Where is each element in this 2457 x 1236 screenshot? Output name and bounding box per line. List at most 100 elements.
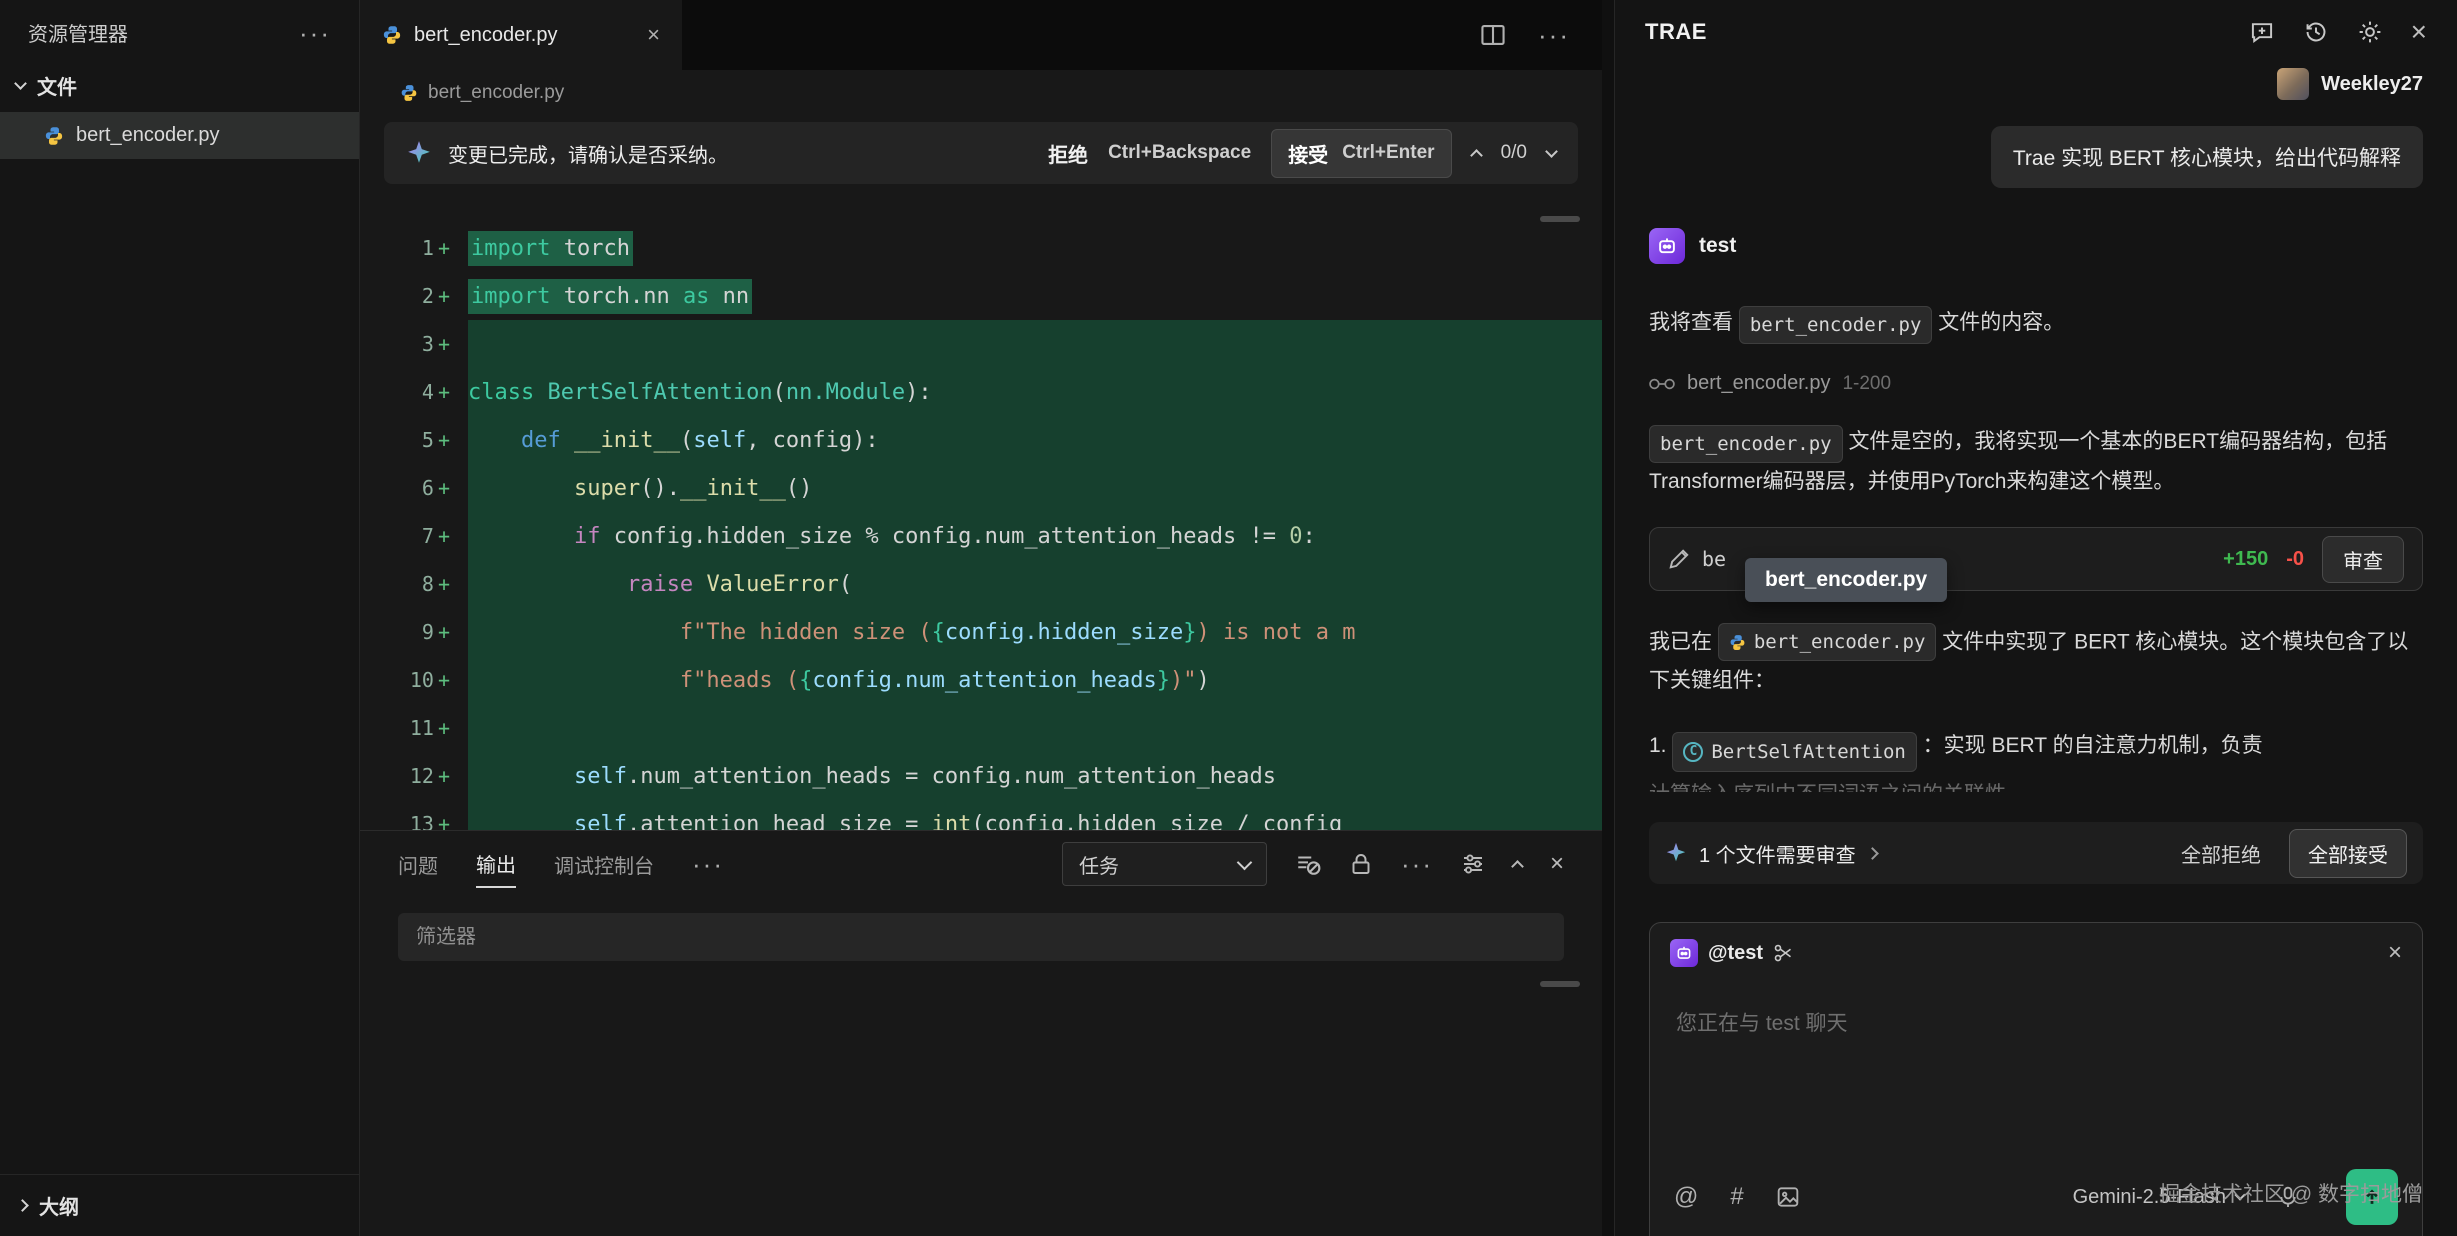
editor-scrollbar-track[interactable] [1602, 0, 1614, 1236]
reject-all-button[interactable]: 全部拒绝 [2181, 839, 2261, 868]
files-section-header[interactable]: 文件 [0, 59, 359, 112]
python-file-icon [44, 126, 64, 146]
trae-ide-window: 资源管理器 ··· 文件 bert_encoder.py 大纲 bert_enc… [0, 0, 2457, 1236]
gear-icon[interactable] [2357, 19, 2383, 45]
line-number-gutter: 8+ [360, 572, 468, 596]
file-read-reference[interactable]: bert_encoder.py 1-200 [1649, 372, 2423, 395]
editor-more-icon[interactable]: ··· [1538, 22, 1570, 48]
explorer-more-icon[interactable]: ··· [299, 20, 331, 46]
editor-tab-actions: ··· [1480, 0, 1602, 70]
code-line: 13+ self.attention_head_size = int(confi… [360, 800, 1602, 830]
code-line-text: def __init__(self, config): [468, 416, 1602, 464]
close-panel-icon[interactable]: × [2411, 18, 2427, 46]
code-line-text: class BertSelfAttention(nn.Module): [468, 368, 1602, 416]
context-hash-icon[interactable]: # [1730, 1183, 1743, 1211]
code-line-text: f"The hidden size ({config.hidden_size})… [468, 608, 1602, 656]
file-item-bert-encoder[interactable]: bert_encoder.py [0, 112, 359, 159]
panel-scrollbar-thumb[interactable] [1540, 981, 1580, 987]
message-text: 我将查看 [1649, 311, 1733, 334]
user-message-row: Trae 实现 BERT 核心模块，给出代码解释 [1649, 126, 2423, 188]
tab-output[interactable]: 输出 [476, 841, 516, 888]
tab-bert-encoder[interactable]: bert_encoder.py × [360, 0, 682, 70]
split-editor-icon[interactable] [1480, 22, 1506, 48]
code-line: 4+class BertSelfAttention(nn.Module): [360, 368, 1602, 416]
code-line-text [468, 320, 1602, 368]
inline-file-chip[interactable]: bert_encoder.py [1718, 623, 1937, 661]
file-item-label: bert_encoder.py [76, 124, 219, 147]
chat-input[interactable]: 您正在与 test 聊天 [1670, 1007, 2402, 1037]
editor-region: bert_encoder.py × ··· bert_encoder.py 变更… [360, 0, 1602, 830]
tab-close-icon[interactable]: × [647, 24, 660, 46]
reject-button[interactable]: 拒绝 [1048, 139, 1088, 168]
lock-scroll-icon[interactable] [1349, 852, 1373, 876]
code-line-text: f"heads ({config.num_attention_heads})") [468, 656, 1602, 704]
inline-code-chip: bert_encoder.py [1649, 425, 1843, 463]
list-index: 1. [1649, 734, 1667, 757]
editor-tabbar: bert_encoder.py × ··· [360, 0, 1602, 70]
filter-settings-icon[interactable] [1461, 852, 1485, 876]
clear-output-icon[interactable] [1295, 851, 1321, 877]
editor-scrollbar-thumb[interactable] [1540, 216, 1580, 222]
breadcrumb[interactable]: bert_encoder.py [360, 70, 1602, 116]
review-bar-label: 1 个文件需要审查 [1699, 839, 1856, 868]
component-list-item: 1. CBertSelfAttention ：实现 BERT 的自注意力机制，负… [1649, 727, 2423, 792]
agent-identity-row: test [1649, 228, 2423, 264]
remove-mention-icon[interactable]: × [2388, 941, 2402, 965]
tab-problems[interactable]: 问题 [398, 842, 438, 887]
maximize-panel-icon[interactable] [1511, 860, 1524, 873]
output-filter [398, 913, 1564, 961]
read-line-range: 1-200 [1842, 373, 1891, 395]
next-change-icon[interactable] [1545, 145, 1558, 158]
agent-mention-chip[interactable]: @test [1670, 939, 1793, 967]
explorer-title: 资源管理器 [28, 18, 128, 47]
code-line: 6+ super().__init__() [360, 464, 1602, 512]
scissors-icon[interactable] [1773, 943, 1793, 963]
line-number-gutter: 5+ [360, 428, 468, 452]
sparkle-icon [406, 140, 432, 166]
chevron-down-icon [1237, 854, 1253, 870]
tab-debug-console[interactable]: 调试控制台 [554, 842, 654, 887]
output-channel-select[interactable]: 任务 [1062, 842, 1267, 886]
close-panel-icon[interactable]: × [1550, 852, 1564, 876]
trae-header-actions: × [2249, 18, 2427, 46]
watermark-text: 掘金技术社区 @ 数字扫地僧 [2159, 1178, 2423, 1208]
previous-change-icon[interactable] [1470, 149, 1483, 162]
ai-change-banner: 变更已完成，请确认是否采纳。 拒绝 Ctrl+Backspace 接受 Ctrl… [384, 122, 1578, 184]
file-change-card[interactable]: be +150 -0 审查 bert_encoder.py [1649, 527, 2423, 591]
chevron-right-icon [16, 1199, 29, 1212]
bottom-panel-header: 问题 输出 调试控制台 ··· 任务 ··· × [360, 831, 1602, 897]
review-button[interactable]: 审查 [2322, 536, 2404, 583]
chevron-right-icon[interactable] [1866, 847, 1879, 860]
read-glasses-icon [1649, 377, 1675, 391]
code-line-text: self.num_attention_heads = config.num_at… [468, 752, 1602, 800]
files-review-bar: 1 个文件需要审查 全部拒绝 全部接受 [1649, 822, 2423, 884]
new-chat-icon[interactable] [2249, 19, 2275, 45]
line-number-gutter: 9+ [360, 620, 468, 644]
panel-more-actions-icon[interactable]: ··· [1401, 851, 1433, 877]
python-file-icon [400, 84, 418, 102]
line-number-gutter: 11+ [360, 716, 468, 740]
accept-all-button[interactable]: 全部接受 [2289, 829, 2407, 878]
class-symbol-chip[interactable]: CBertSelfAttention [1672, 732, 1916, 772]
line-number-gutter: 3+ [360, 332, 468, 356]
code-line-text: import torch.nn as nn [468, 272, 1602, 320]
outline-section-label: 大纲 [39, 1191, 79, 1220]
explorer-header: 资源管理器 ··· [0, 0, 359, 59]
code-line: 12+ self.num_attention_heads = config.nu… [360, 752, 1602, 800]
history-icon[interactable] [2303, 19, 2329, 45]
line-number-gutter: 7+ [360, 524, 468, 548]
attach-image-icon[interactable] [1776, 1185, 1800, 1209]
change-card-stats: +150 -0 审查 [2223, 536, 2404, 583]
mention-icon[interactable]: @ [1674, 1183, 1698, 1211]
panel-more-tabs-icon[interactable]: ··· [692, 851, 724, 877]
outline-section-header[interactable]: 大纲 [0, 1174, 359, 1236]
code-editor[interactable]: 1+import torch2+import torch.nn as nn3+4… [360, 224, 1602, 830]
code-line-text: super().__init__() [468, 464, 1602, 512]
lines-added: +150 [2223, 548, 2268, 571]
filter-input[interactable] [398, 926, 1564, 949]
code-line: 10+ f"heads ({config.num_attention_heads… [360, 656, 1602, 704]
accept-button[interactable]: 接受 Ctrl+Enter [1271, 129, 1451, 178]
trae-assistant-panel: TRAE × Weekley27 Trae 实现 BERT 核心模块，给出代码解… [1614, 0, 2457, 1236]
banner-message: 变更已完成，请确认是否采纳。 [448, 139, 728, 168]
agent-name: test [1699, 234, 1736, 258]
